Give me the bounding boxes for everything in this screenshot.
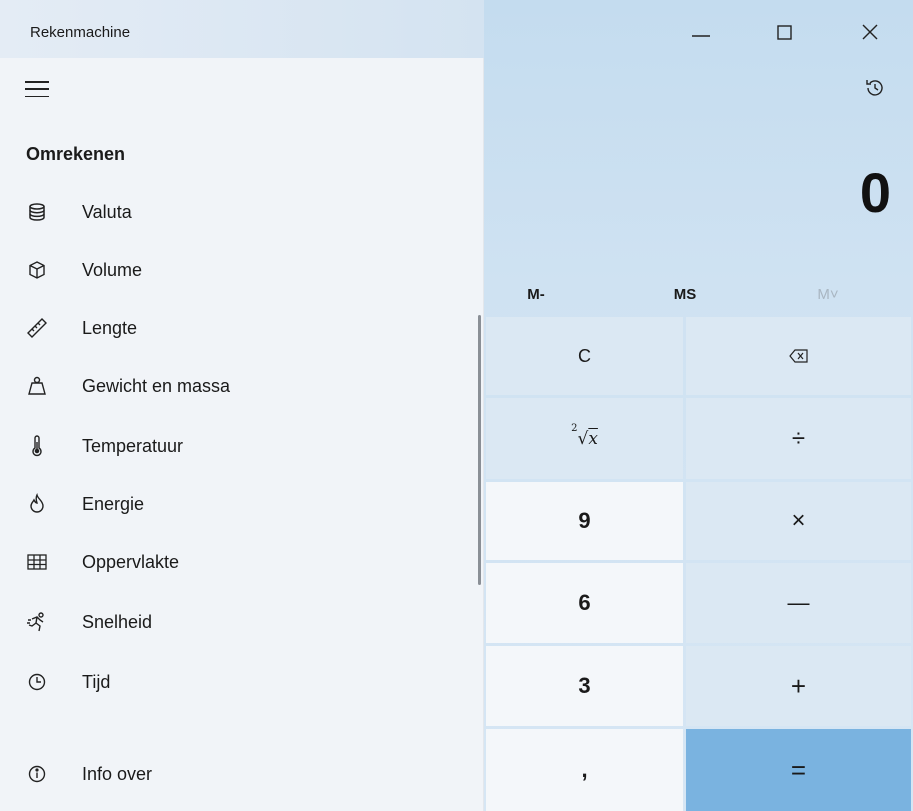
digit-9-button[interactable]: 9 [486,482,683,560]
memory-store-button[interactable]: MS [660,280,710,308]
nav-item-oppervlakte[interactable]: Oppervlakte [0,536,478,588]
weight-icon [26,375,48,397]
nav-item-info[interactable]: Info over [0,748,478,800]
history-button[interactable] [855,70,895,106]
digit-6-button[interactable]: 6 [486,563,683,643]
clear-button[interactable]: C [486,317,683,395]
maximize-icon [777,25,792,40]
nav-item-label: Snelheid [82,611,153,632]
close-button[interactable] [846,10,894,54]
backspace-icon [788,349,808,363]
nav-item-label: Temperatuur [82,435,184,456]
maximize-button[interactable] [761,10,809,54]
digit-label: 6 [578,590,591,615]
nav-item-label: Energie [82,493,145,514]
memory-list-button: M˅ [817,285,839,303]
nav-item-label: Info over [82,763,153,784]
flame-icon [26,493,48,515]
close-icon [862,24,878,40]
digit-label: 9 [578,508,591,533]
nav-item-label: Tijd [82,671,111,692]
nav-item-temperatuur[interactable]: Temperatuur [0,420,478,472]
ruler-icon [26,317,48,339]
root-label: 2√x [571,422,598,449]
root-button[interactable]: 2√x [486,398,683,479]
nav-item-lengte[interactable]: Lengte [0,302,478,354]
digit-label: 3 [578,673,591,698]
minimize-button[interactable] [677,10,725,54]
backspace-button[interactable] [686,317,911,395]
divide-label: ÷ [791,424,806,452]
memory-subtract-button[interactable]: M- [512,280,560,308]
nav-item-gewicht[interactable]: Gewicht en massa [0,360,478,412]
multiply-button[interactable]: × [686,482,911,560]
cube-icon [26,259,48,281]
decimal-button[interactable]: , [486,729,683,811]
nav-item-snelheid[interactable]: Snelheid [0,596,478,648]
plus-button[interactable]: + [686,646,911,726]
nav-item-label: Volume [82,259,143,280]
nav-item-tijd[interactable]: Tijd [0,656,478,708]
clear-label: C [578,345,591,366]
minimize-icon [692,35,710,37]
clock-icon [26,671,48,693]
hamburger-icon[interactable] [23,78,51,100]
nav-item-label: Lengte [82,317,138,338]
nav-item-label: Oppervlakte [82,551,180,572]
plus-label: + [790,670,807,701]
nav-item-valuta[interactable]: Valuta [0,186,478,238]
nav-item-energie[interactable]: Energie [0,478,478,530]
nav-heading: Omrekenen [26,144,126,164]
root-radicand: x [588,428,598,449]
equals-label: = [790,754,807,785]
thermometer-icon [26,435,48,457]
equals-button[interactable]: = [686,729,911,811]
nav-item-label: Valuta [82,201,132,222]
root-index: 2 [571,422,578,434]
currency-icon [26,201,48,223]
digit-3-button[interactable]: 3 [486,646,683,726]
minus-button[interactable]: — [686,563,911,643]
result-display: 0 [859,161,891,224]
divide-button[interactable]: ÷ [686,398,911,479]
grid-icon [26,551,48,573]
info-icon [26,763,48,785]
minus-label: — [787,590,810,615]
window-title: Rekenmachine [30,24,131,41]
multiply-label: × [791,507,806,534]
nav-item-volume[interactable]: Volume [0,244,478,296]
nav-scrollbar[interactable] [478,315,481,585]
decimal-label: , [581,757,588,782]
history-icon [866,80,883,96]
runner-icon [26,611,48,633]
title-bar: Rekenmachine [0,0,913,66]
nav-item-label: Gewicht en massa [82,375,231,396]
